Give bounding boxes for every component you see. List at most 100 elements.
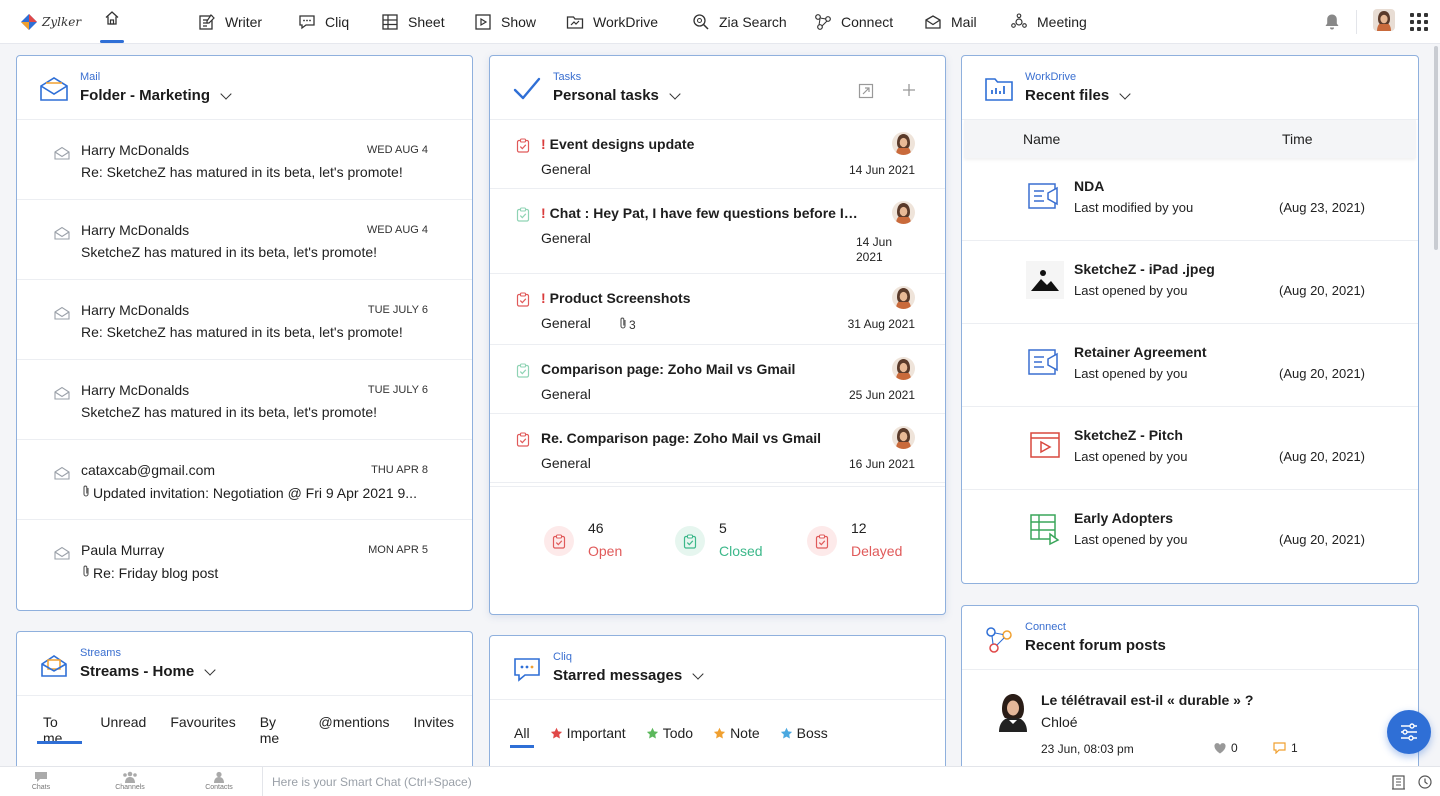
- workdrive-view-selector[interactable]: Recent files: [1025, 87, 1131, 104]
- file-item[interactable]: SketcheZ - Pitch Last opened by you (Aug 2…: [962, 407, 1418, 490]
- file-item[interactable]: Early Adopters Last opened by you (Aug 20,…: [962, 490, 1418, 573]
- mail-item[interactable]: cataxcab@gmail.com THU APR 8 Updated invit…: [17, 440, 472, 520]
- task-stats: 46 Open 5 Closed 12 Delayed: [490, 486, 945, 586]
- cliq-filter-boss[interactable]: Boss: [780, 718, 828, 748]
- column-header-name: Name: [1023, 131, 1061, 147]
- file-activity: Last modified by you: [1074, 200, 1194, 215]
- streams-group-selector[interactable]: Streams - Home: [80, 663, 216, 680]
- notifications-button[interactable]: [1324, 13, 1340, 36]
- task-list-selector[interactable]: Personal tasks: [553, 87, 681, 104]
- mail-sender: Harry McDonalds: [81, 142, 190, 158]
- task-status-icon[interactable]: [516, 292, 530, 312]
- mail-folder-selector[interactable]: Folder - Marketing: [80, 87, 232, 104]
- cliq-filter-all[interactable]: All: [510, 718, 534, 748]
- task-title: Re. Comparison page: Zoho Mail vs Gmail: [541, 430, 821, 446]
- task-status-icon[interactable]: [516, 207, 530, 227]
- nav-label: Cliq: [325, 14, 350, 30]
- contacts-icon: [214, 771, 224, 783]
- assignee-avatar: [892, 426, 915, 449]
- assignee-avatar: [892, 286, 915, 309]
- task-stat-icon: [544, 526, 574, 556]
- cliq-filter-todo[interactable]: Todo: [646, 718, 693, 748]
- document-icon: [1026, 344, 1064, 382]
- nav-writer[interactable]: Writer: [198, 12, 262, 32]
- home-button[interactable]: [100, 10, 124, 44]
- customize-widgets-button[interactable]: [1387, 710, 1431, 754]
- zylker-logo[interactable]: Zylker: [20, 12, 81, 32]
- nav-meeting[interactable]: Meeting: [1010, 12, 1087, 32]
- task-item[interactable]: Re. Comparison page: Zoho Mail vs Gmail G…: [490, 414, 945, 483]
- nav-connect[interactable]: Connect: [814, 12, 893, 32]
- task-item[interactable]: ! Product Screenshots General 3 31 Aug 2021: [490, 274, 945, 345]
- file-item[interactable]: SketcheZ - iPad .jpeg Last opened by you (…: [962, 241, 1418, 324]
- mail-item[interactable]: Harry McDonalds TUE JULY 6 Re: SketcheZ ha…: [17, 280, 472, 360]
- chats-label: Chats: [31, 784, 51, 791]
- settings-history-icon[interactable]: [1417, 774, 1433, 790]
- envelope-icon: [54, 386, 70, 405]
- app-launcher-icon[interactable]: [1410, 13, 1428, 31]
- nav-sheet[interactable]: Sheet: [381, 12, 445, 32]
- nav-zia-search[interactable]: Zia Search: [692, 12, 787, 32]
- task-due-date: 14 Jun 2021: [856, 235, 892, 265]
- tab-favourites[interactable]: Favourites: [164, 714, 241, 744]
- task-stat-closed[interactable]: 5 Closed: [675, 520, 763, 560]
- file-item[interactable]: Retainer Agreement Last opened by you (Aug…: [962, 324, 1418, 407]
- priority-flag: !: [541, 205, 546, 221]
- post-author-avatar: [993, 690, 1033, 732]
- contacts-button[interactable]: Contacts: [199, 771, 239, 791]
- smart-chat-input[interactable]: Here is your Smart Chat (Ctrl+Space): [262, 767, 1380, 796]
- mail-date: THU APR 8: [371, 464, 428, 476]
- add-task-icon[interactable]: [902, 83, 916, 97]
- nav-mail[interactable]: Mail: [924, 12, 977, 32]
- tab-mentions[interactable]: @mentions: [313, 714, 396, 744]
- nav-show[interactable]: Show: [474, 12, 536, 32]
- post-author: Chloé: [1041, 714, 1078, 730]
- post-likes[interactable]: 0: [1214, 741, 1238, 755]
- channels-button[interactable]: Channels: [110, 771, 150, 791]
- building-icon[interactable]: [1391, 774, 1406, 790]
- cliq-filter-note[interactable]: Note: [713, 718, 760, 748]
- task-stat-open[interactable]: 46 Open: [544, 520, 622, 560]
- task-list-name: General: [541, 315, 591, 331]
- mail-item[interactable]: Harry McDonalds WED AUG 4 Re: SketcheZ has…: [17, 120, 472, 200]
- task-item[interactable]: ! Chat : Hey Pat, I have few questions be…: [490, 189, 945, 274]
- user-avatar[interactable]: [1373, 9, 1395, 31]
- task-status-icon[interactable]: [516, 432, 530, 452]
- file-table-header: Name Time: [964, 120, 1416, 158]
- mail-item[interactable]: Harry McDonalds TUE JULY 6 SketcheZ has ma…: [17, 360, 472, 440]
- nav-cliq[interactable]: Cliq: [298, 12, 349, 32]
- mail-sender: Harry McDonalds: [81, 222, 190, 238]
- star-icon: [646, 727, 658, 738]
- task-status-icon[interactable]: [516, 363, 530, 383]
- task-item[interactable]: ! Event designs update General 14 Jun 2021: [490, 120, 945, 189]
- file-time: (Aug 23, 2021): [1279, 200, 1366, 215]
- tab-invites[interactable]: Invites: [408, 714, 460, 744]
- post-title[interactable]: Le télétravail est-il « durable » ?: [1041, 692, 1253, 708]
- mail-item[interactable]: Paula Murray MON APR 5 Re: Friday blog pos…: [17, 520, 472, 600]
- nav-workdrive[interactable]: WorkDrive: [566, 12, 658, 32]
- task-stat-delayed[interactable]: 12 Delayed: [807, 520, 902, 560]
- post-comments[interactable]: 1: [1273, 741, 1298, 755]
- show-icon: [475, 14, 491, 30]
- tab-to-me[interactable]: To me: [37, 714, 83, 746]
- file-item[interactable]: NDA Last modified by you (Aug 23, 2021): [962, 158, 1418, 241]
- envelope-icon: [54, 306, 70, 325]
- workdrive-widget: WorkDrive Recent files Name Time NDA Last…: [961, 55, 1419, 584]
- tab-by-me[interactable]: By me: [254, 714, 301, 746]
- mail-item[interactable]: Harry McDonalds WED AUG 4 SketcheZ has mat…: [17, 200, 472, 280]
- forum-post[interactable]: Le télétravail est-il « durable » ? Chlo…: [962, 670, 1418, 770]
- zia-search-icon: [693, 14, 709, 30]
- chats-button[interactable]: Chats: [21, 771, 61, 791]
- connect-icon: [815, 14, 831, 30]
- task-item[interactable]: Comparison page: Zoho Mail vs Gmail Gener…: [490, 345, 945, 414]
- page-scrollbar[interactable]: [1434, 46, 1438, 250]
- cliq-view-selector[interactable]: Starred messages: [553, 667, 704, 684]
- cliq-filter-important[interactable]: Important: [550, 718, 626, 748]
- tab-unread[interactable]: Unread: [94, 714, 152, 744]
- mail-date: TUE JULY 6: [367, 304, 428, 316]
- task-status-icon[interactable]: [516, 138, 530, 158]
- open-external-icon[interactable]: [858, 83, 874, 99]
- cliq-filter-tabs: All Important Todo Note Boss: [510, 718, 848, 748]
- task-title-text: Event designs update: [549, 136, 695, 152]
- task-list-name: General: [541, 230, 591, 246]
